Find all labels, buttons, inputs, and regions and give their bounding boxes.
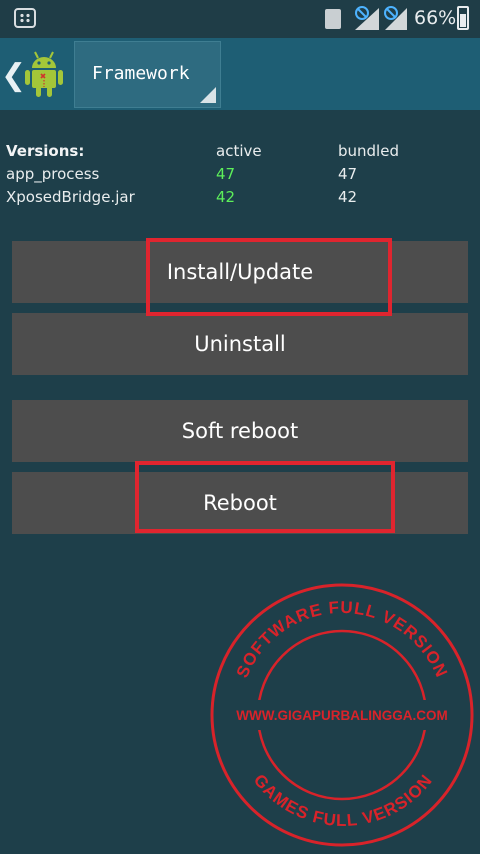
android-robot-icon[interactable] [24, 50, 64, 98]
active-column-header: active [216, 142, 262, 160]
framework-spinner[interactable]: Framework [74, 41, 221, 108]
spinner-label: Framework [92, 63, 190, 84]
table-row: XposedBridge.jar 42 42 [6, 188, 476, 211]
versions-table: Versions: active bundled app_process 47 … [6, 142, 476, 211]
versions-label: Versions: [6, 142, 85, 160]
watermark-stamp: SOFTWARE FULL VERSION WWW.GIGAPURBALINGG… [210, 583, 474, 847]
battery-percent: 66% [414, 7, 457, 29]
table-row: app_process 47 47 [6, 165, 476, 188]
status-bar: 66% [0, 0, 480, 38]
action-bar: ❮ Framework [0, 38, 480, 110]
component-name: app_process [6, 165, 100, 183]
battery-icon [457, 6, 469, 30]
install-update-highlight [146, 238, 392, 316]
soft-reboot-button[interactable]: Soft reboot [12, 400, 468, 462]
no-signal-icon [355, 6, 369, 20]
chevron-left-icon[interactable]: ❮ [1, 61, 26, 91]
watermark-url: WWW.GIGAPURBALINGGA.COM [236, 708, 447, 723]
active-version: 47 [216, 165, 236, 183]
bundled-version: 42 [338, 188, 358, 206]
active-version: 42 [216, 188, 236, 206]
bbm-icon [14, 8, 36, 28]
sd-card-icon [325, 9, 341, 29]
reboot-highlight [135, 461, 395, 533]
versions-header-row: Versions: active bundled [6, 142, 476, 165]
bundled-column-header: bundled [338, 142, 399, 160]
watermark-bottom-text: GAMES FULL VERSION [250, 771, 436, 830]
uninstall-button[interactable]: Uninstall [12, 313, 468, 375]
component-name: XposedBridge.jar [6, 188, 135, 206]
dropdown-triangle-icon [200, 87, 216, 103]
bundled-version: 47 [338, 165, 358, 183]
no-signal-icon-2 [384, 6, 398, 20]
